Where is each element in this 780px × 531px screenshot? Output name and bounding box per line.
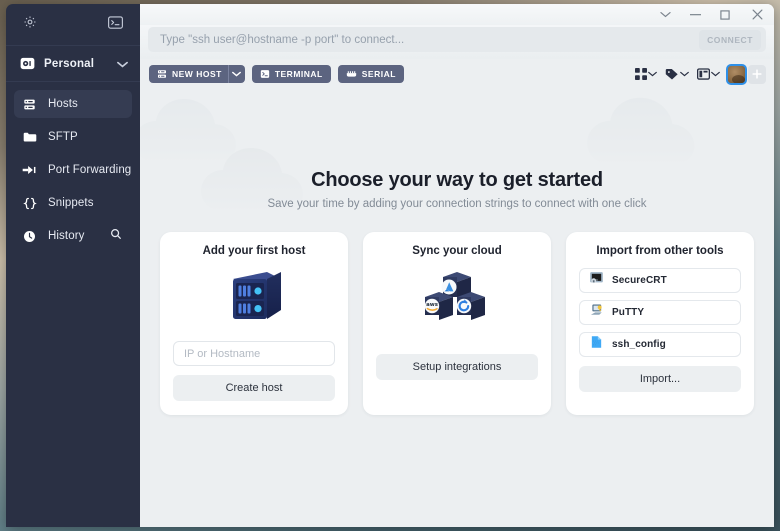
sidebar-item-sftp[interactable]: SFTP — [14, 123, 132, 151]
server-icon — [22, 98, 37, 111]
clock-icon — [22, 230, 37, 243]
vault-label: Personal — [44, 57, 95, 70]
import-button[interactable]: Import... — [579, 366, 741, 392]
new-host-dropdown-button[interactable] — [227, 65, 245, 83]
serial-button[interactable]: SERIAL — [337, 65, 404, 83]
sidebar-item-label: Port Forwarding — [48, 164, 132, 176]
securecrt-icon — [589, 271, 604, 290]
sidebar-nav: Hosts SFTP Port Forwarding Snippets Hist… — [6, 82, 140, 255]
host-input[interactable] — [184, 347, 324, 360]
page-title: Choose your way to get started — [311, 169, 603, 191]
host-input-field[interactable] — [173, 341, 335, 366]
card-import-tools: Import from other tools SecureCRT PuTTY … — [566, 232, 754, 415]
tag-icon — [665, 68, 678, 80]
putty-icon — [589, 303, 604, 322]
search-icon[interactable] — [110, 227, 122, 245]
terminal-icon — [260, 70, 269, 78]
cloud-cubes-illustration: aws — [413, 267, 501, 329]
toolbar-right-group — [633, 63, 766, 85]
app-window: Personal Hosts SFTP Port Forwarding Snip… — [6, 4, 774, 527]
setup-integrations-button[interactable]: Setup integrations — [376, 354, 538, 380]
sidebar: Personal Hosts SFTP Port Forwarding Snip… — [6, 4, 140, 527]
create-host-button[interactable]: Create host — [173, 375, 335, 401]
chevron-down-icon — [711, 71, 720, 77]
tag-filter-control[interactable] — [663, 68, 691, 80]
server-illustration — [223, 267, 285, 329]
window-chevron-down-button[interactable] — [650, 4, 680, 25]
layout-icon — [697, 68, 710, 80]
window-close-button[interactable] — [740, 4, 774, 25]
connect-input[interactable] — [160, 33, 700, 46]
braces-icon — [22, 197, 37, 210]
folder-icon — [22, 131, 37, 143]
sidebar-item-label: History — [48, 230, 85, 242]
server-icon — [158, 70, 166, 78]
vault-selector[interactable]: Personal — [6, 46, 140, 82]
connect-bar: CONNECT — [140, 25, 774, 59]
import-row-securecrt[interactable]: SecureCRT — [579, 268, 741, 293]
sidebar-item-history[interactable]: History — [14, 222, 132, 250]
import-row-label: PuTTY — [612, 307, 645, 318]
gear-icon[interactable] — [23, 15, 37, 34]
terminal-button[interactable]: TERMINAL — [251, 65, 331, 83]
main-column: CONNECT NEW HOST — [140, 4, 774, 527]
chevron-down-icon[interactable] — [117, 55, 128, 73]
serial-label: SERIAL — [361, 69, 396, 79]
terminal-label: TERMINAL — [274, 69, 323, 79]
file-icon — [589, 335, 604, 354]
sidebar-item-snippets[interactable]: Snippets — [14, 189, 132, 217]
card-title: Sync your cloud — [412, 245, 502, 257]
cards-row: Add your first host IP or Hostname Creat… — [140, 232, 774, 415]
import-row-putty[interactable]: PuTTY — [579, 300, 741, 325]
import-row-label: ssh_config — [612, 339, 666, 350]
window-maximize-button[interactable] — [710, 4, 740, 25]
sidebar-top-bar — [6, 4, 140, 46]
user-avatar[interactable] — [726, 63, 747, 85]
terminal-icon[interactable] — [108, 15, 123, 34]
sidebar-item-hosts[interactable]: Hosts — [14, 90, 132, 118]
content-area: Choose your way to get started Save your… — [140, 89, 774, 527]
sidebar-item-label: Hosts — [48, 98, 78, 110]
chevron-down-icon — [680, 71, 689, 77]
title-bar — [140, 4, 774, 25]
card-title: Add your first host — [202, 245, 306, 257]
gcp-cube — [456, 292, 485, 320]
hero-section: Choose your way to get started Save your… — [140, 89, 774, 210]
card-title: Import from other tools — [596, 245, 724, 257]
new-host-label: NEW HOST — [172, 69, 222, 79]
new-host-split-button: NEW HOST — [149, 65, 245, 83]
chevron-down-icon — [648, 71, 657, 77]
add-button[interactable] — [748, 64, 766, 84]
window-minimize-button[interactable] — [680, 4, 710, 25]
connect-input-wrapper[interactable]: CONNECT — [148, 27, 766, 52]
grid-view-icon — [635, 68, 647, 80]
grid-view-control[interactable] — [633, 68, 659, 80]
card-sync-cloud: Sync your cloud aws Setup integrations — [363, 232, 551, 415]
sidebar-item-label: SFTP — [48, 131, 78, 143]
svg-text:aws: aws — [426, 302, 438, 308]
aws-cube: aws — [424, 292, 453, 320]
serial-icon — [346, 71, 356, 77]
import-row-label: SecureCRT — [612, 275, 667, 286]
connect-button[interactable]: CONNECT — [699, 29, 761, 50]
new-host-button[interactable]: NEW HOST — [149, 65, 228, 83]
import-list: SecureCRT PuTTY ssh_config — [579, 268, 741, 364]
import-row-ssh-config[interactable]: ssh_config — [579, 332, 741, 357]
card-add-host: Add your first host IP or Hostname Creat… — [160, 232, 348, 415]
plus-icon — [752, 69, 762, 79]
toolbar: NEW HOST TERMINAL SERIAL — [140, 59, 774, 89]
port-forward-icon — [22, 164, 37, 176]
safe-icon — [20, 57, 35, 70]
layout-control[interactable] — [695, 68, 722, 80]
page-subtitle: Save your time by adding your connection… — [267, 198, 647, 210]
sidebar-item-label: Snippets — [48, 197, 94, 209]
sidebar-item-port-forwarding[interactable]: Port Forwarding — [14, 156, 132, 184]
